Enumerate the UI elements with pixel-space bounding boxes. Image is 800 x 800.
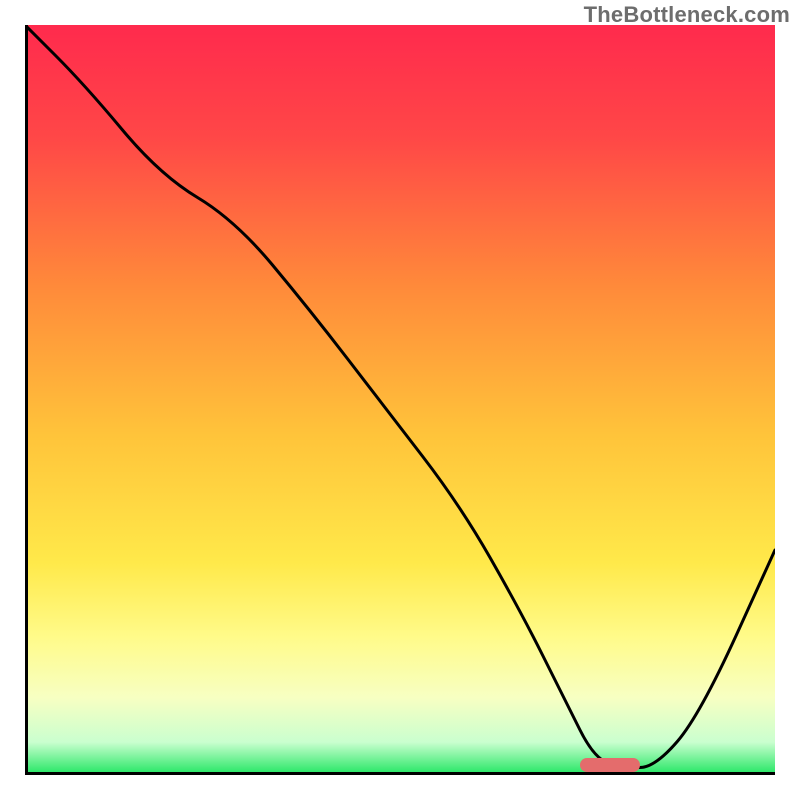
chart-plot-area: [25, 25, 775, 775]
x-axis: [25, 772, 775, 775]
optimal-marker-pill: [580, 758, 640, 772]
chart-background: [28, 25, 775, 772]
chart-svg: [25, 25, 775, 775]
watermark-label: TheBottleneck.com: [584, 2, 790, 28]
y-axis: [25, 25, 28, 775]
